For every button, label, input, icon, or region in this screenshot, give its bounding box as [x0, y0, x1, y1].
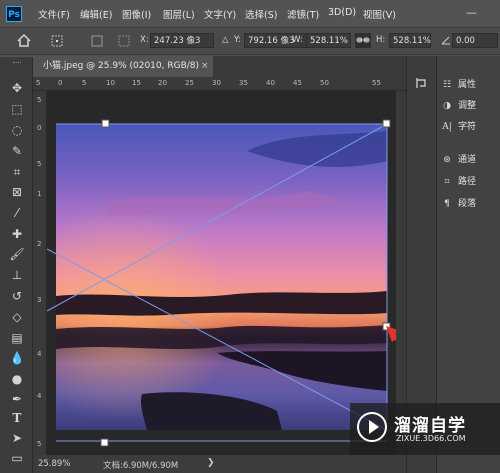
watermark-title: 溜溜自学 [394, 416, 466, 436]
menu-image[interactable]: 图像(I) [122, 7, 151, 21]
ruler-tick: 2 [37, 240, 42, 248]
eyedropper-tool-icon[interactable]: ⁄ [9, 205, 25, 221]
ruler-tick: 4 [37, 350, 42, 358]
y-label: Y: [234, 35, 241, 45]
menu-type[interactable]: 文字(Y) [204, 7, 236, 21]
crop-tool-icon[interactable]: ⌗ [9, 164, 25, 180]
menu-edit[interactable]: 编辑(E) [80, 7, 112, 21]
x-field[interactable]: 247.23 像3 [150, 33, 214, 48]
menu-3d[interactable]: 3D(D) [328, 7, 356, 18]
zoom-level[interactable]: 25.89% [38, 459, 70, 469]
tab-close-button[interactable]: × [201, 61, 209, 71]
delta-icon-2: △ [222, 35, 229, 45]
move-tool-icon[interactable]: ✥ [9, 80, 25, 96]
pen-tool-icon[interactable]: ✒ [9, 391, 25, 407]
menu-layer[interactable]: 图层(L) [163, 7, 195, 21]
delta-icon [118, 35, 130, 47]
adjustments-icon: ◑ [443, 101, 451, 111]
ruler-tick: 35 [239, 79, 248, 87]
ruler-tick: 45 [293, 79, 302, 87]
ruler-tick: 10 [106, 79, 115, 87]
menu-view[interactable]: 视图(V) [363, 7, 396, 21]
ruler-tick: 15 [132, 79, 141, 87]
ruler-tick: 40 [266, 79, 275, 87]
properties-icon: ☷ [442, 80, 452, 90]
brush-tool-icon[interactable]: 🖌 [9, 246, 25, 262]
ruler-tick: 30 [212, 79, 221, 87]
angle-icon [441, 36, 450, 45]
transform-handle [100, 438, 109, 447]
frame-tool-icon[interactable]: ⊠ [9, 184, 25, 200]
transform-handle [382, 119, 391, 128]
lasso-tool-icon[interactable]: ◌ [9, 122, 25, 138]
home-icon[interactable] [16, 33, 32, 48]
healing-tool-icon[interactable]: ✚ [9, 226, 25, 242]
h-label: H: [376, 35, 386, 45]
ruler-tick: 3 [37, 296, 42, 304]
ruler-tick: 55 [372, 79, 381, 87]
panel-paragraph[interactable]: ¶ 段落 [440, 195, 476, 213]
watermark-url: ZIXUE.3D66.COM [396, 434, 466, 443]
document-tab[interactable]: 小猫.jpeg @ 25.9% (02010, RGB/8) [33, 56, 213, 77]
panel-channels[interactable]: ⊛ 通道 [440, 151, 476, 169]
status-menu-arrow-icon[interactable]: ❯ [207, 458, 215, 468]
history-icon[interactable] [414, 76, 428, 90]
ruler-tick: 5 [82, 79, 87, 87]
ruler-tick: 1 [37, 190, 42, 198]
menu-filter[interactable]: 滤镜(T) [287, 7, 319, 21]
w-field[interactable]: 528.11% [306, 33, 351, 48]
minimize-button[interactable]: — [466, 6, 477, 19]
path-select-tool-icon[interactable]: ➤ [9, 430, 25, 446]
rectangle-tool-icon[interactable]: ▭ [9, 450, 25, 466]
panel-adjustments[interactable]: ◑ 调整 [440, 97, 476, 115]
history-brush-tool-icon[interactable]: ↺ [9, 288, 25, 304]
angle-field[interactable]: 0.00 [452, 33, 498, 48]
paths-icon: ⌗ [444, 177, 450, 187]
type-tool-icon[interactable]: T [9, 410, 25, 426]
document-canvas[interactable] [47, 91, 396, 455]
menu-file[interactable]: 文件(F) [38, 7, 70, 21]
checkbox-icon[interactable] [90, 34, 104, 48]
blur-tool-icon[interactable]: 💧 [9, 350, 25, 366]
ruler-tick: 4 [37, 392, 42, 400]
panel-paths[interactable]: ⌗ 路径 [440, 173, 476, 191]
reference-point-icon[interactable] [50, 34, 64, 48]
ruler-tick: 25 [185, 79, 194, 87]
document-size: 文档:6.90M/6.90M [103, 461, 179, 471]
ruler-tick: 50 [320, 79, 329, 87]
marquee-tool-icon[interactable]: ⬚ [9, 101, 25, 117]
ruler-tick: 5 [37, 96, 42, 104]
photoshop-logo: Ps [6, 6, 22, 22]
stamp-tool-icon[interactable]: ⊥ [9, 267, 25, 283]
h-field[interactable]: 528.11% [389, 33, 431, 48]
ruler-tick: 5 [36, 79, 41, 87]
ruler-vertical [33, 91, 47, 455]
x-label: X: [140, 35, 149, 45]
panel-character[interactable]: A| 字符 [440, 118, 476, 136]
ruler-tick: 5 [37, 160, 42, 168]
transform-handle [101, 119, 110, 128]
status-bar [33, 455, 406, 473]
panel-properties[interactable]: ☷ 属性 [440, 76, 476, 94]
paragraph-icon: ¶ [444, 199, 450, 209]
ruler-tick: 0 [58, 79, 63, 87]
gradient-tool-icon[interactable]: ▤ [9, 330, 25, 346]
character-icon: A| [442, 122, 452, 132]
quick-select-tool-icon[interactable]: ✎ [9, 143, 25, 159]
ruler-tick: 5 [37, 440, 42, 448]
channels-icon: ⊛ [443, 155, 451, 165]
menu-select[interactable]: 选择(S) [245, 7, 277, 21]
w-label: W: [292, 35, 303, 45]
panel-grip [13, 62, 21, 65]
dodge-tool-icon[interactable]: ● [9, 371, 25, 387]
ruler-tick: 20 [158, 79, 167, 87]
ruler-tick: 0 [37, 124, 42, 132]
watermark-play-triangle [369, 420, 379, 434]
vertical-scrollbar[interactable] [396, 91, 406, 455]
link-icon[interactable] [355, 33, 371, 48]
eraser-tool-icon[interactable]: ◇ [9, 309, 25, 325]
